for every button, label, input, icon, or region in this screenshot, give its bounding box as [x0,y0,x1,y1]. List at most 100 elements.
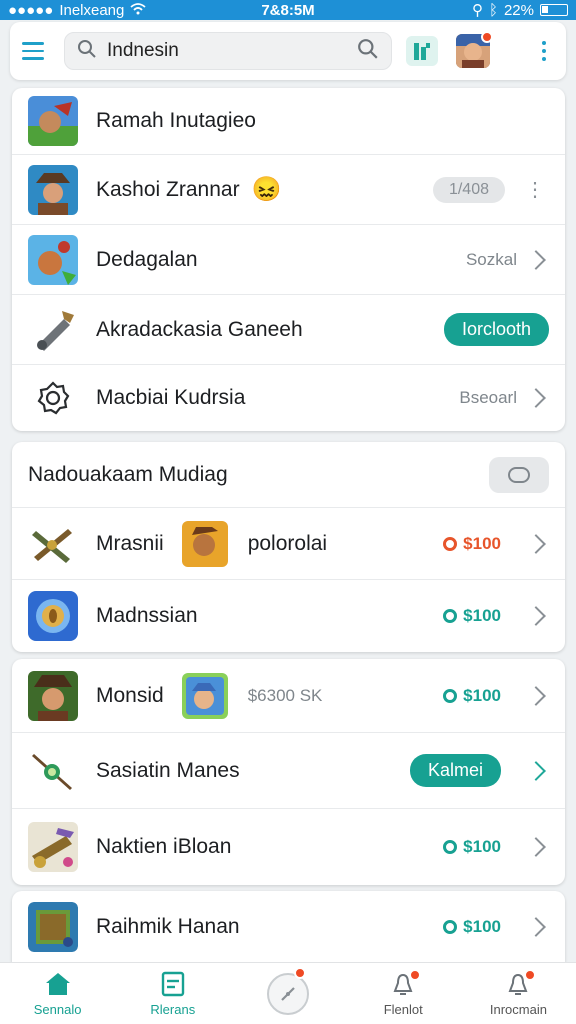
list-item[interactable]: Akradackasia Ganeeh Iorclooth [12,295,565,365]
search-icon [77,39,97,64]
list-item-label: Dedagalan [96,247,198,271]
chevron-right-icon[interactable] [526,760,546,781]
signal-icon: ●●●●● [8,1,54,19]
battery-icon [540,4,568,16]
hamburger-menu-icon[interactable] [22,35,54,67]
list-item-label: Kashoi Zrannar [96,177,240,201]
list-item-label: Naktien iBloan [96,835,232,858]
list-item[interactable]: Naktien iBloan $100 [12,809,565,885]
kebab-icon[interactable]: ⋮ [525,177,545,202]
battery-percent: 22% [503,1,534,19]
library-icon [160,971,186,1000]
coin-icon [443,536,458,551]
coin-icon [443,609,458,623]
character-thumbnail [181,520,228,567]
row-right: 1/408 ⋮ [432,176,549,203]
meta-text: Sozkal [465,249,517,269]
nav-item-library[interactable]: Rlerans [115,963,230,1024]
row-right: $100 [443,837,549,857]
character-thumbnail [181,672,228,719]
section-title: Nadouakaam Mudiag [28,462,228,486]
coin-icon [443,688,458,703]
location-icon: ⚲ [471,2,483,19]
chevron-right-icon[interactable] [526,606,546,626]
list-item-label: Macbiai Kudrsia [96,386,246,409]
section-header: Nadouakaam Mudiag [12,442,565,508]
list-item[interactable]: Monsid $6300 SK $100 [12,659,565,733]
row-right: $100 [443,534,549,554]
price-tag: $100 [443,686,501,706]
list-item[interactable]: Mrasnii polorolai $100 [12,508,565,580]
status-bar: ●●●●● Inelxeang 7&8:5M ⚲ ᛒ 22% [0,0,576,20]
price-value: $100 [463,837,501,856]
list-item-label: Madnssian [96,604,198,627]
extra-label: polorolai [247,531,328,555]
search-submit-icon[interactable] [357,38,379,65]
list-item-label: Akradackasia Ganeeh [96,317,303,341]
row-right: Kalmei [409,754,549,787]
carrier-name: Inelxeang [59,1,125,19]
list-item[interactable]: Madnssian $100 [12,580,565,652]
chevron-right-icon[interactable] [526,249,546,270]
notification-badge [409,969,422,981]
row-right: Bseoarl [459,388,549,408]
profile-button[interactable] [456,31,493,68]
action-button[interactable]: Iorclooth [443,313,549,346]
game-thumbnail [28,164,78,215]
bottom-navigation: Sennalo Rlerans Flenlot Inrocmain [0,962,576,1024]
toggle-button[interactable] [489,456,549,493]
notification-badge [294,967,306,979]
status-right: ⚲ ᛒ 22% [472,1,568,19]
crate-thumbnail [28,902,78,952]
search-input[interactable] [107,40,347,62]
status-left: ●●●●● Inelxeang [8,2,146,19]
count-pill[interactable]: 1/408 [432,176,505,203]
tool-thumbnail [28,304,78,355]
chevron-right-icon[interactable] [526,685,546,706]
game-thumbnail [28,234,78,285]
weapon-thumbnail [28,518,78,569]
price-tag: $100 [443,534,501,554]
price-value: $100 [463,606,501,625]
nav-item-alerts[interactable]: Flenlot [346,963,461,1024]
list-item[interactable]: Raihmik Hanan $100 [12,891,565,963]
coin-icon [443,920,458,934]
chevron-right-icon[interactable] [526,837,546,857]
list-item[interactable]: Kashoi Zrannar 😖 1/408 ⋮ [12,155,565,225]
list-item[interactable]: Ramah Inutagieo [12,88,565,155]
list-item[interactable]: Sasiatin Manes Kalmei [12,733,565,809]
list-card-primary: Ramah Inutagieo Kashoi Zrannar 😖 1/408 ⋮… [12,88,565,431]
meta-text: Bseoarl [459,388,517,407]
store-app-icon [406,36,438,66]
nav-label: Rlerans [150,1001,196,1017]
smiley-face-icon: 😖 [251,176,282,203]
staff-thumbnail [28,745,78,796]
row-right: $100 [443,917,549,937]
chevron-right-icon[interactable] [526,388,546,408]
nav-item-home[interactable]: Sennalo [0,963,115,1024]
extra-label: $6300 SK [247,685,323,705]
nav-item-center[interactable] [230,963,345,1024]
action-button[interactable]: Kalmei [409,754,501,787]
nav-item-profile[interactable]: Inrocmain [461,963,576,1024]
search-bar[interactable] [64,32,392,70]
home-icon [44,971,72,1000]
price-value: $100 [463,533,501,553]
list-item-label: Mrasnii [96,531,164,555]
chevron-right-icon[interactable] [526,917,546,937]
wifi-icon [130,2,146,19]
notification-badge [481,31,493,43]
list-item[interactable]: Macbiai Kudrsia Bseoarl [12,365,565,431]
game-thumbnail [28,96,78,146]
list-card-items: Monsid $6300 SK $100 Sasiatin Manes Kalm… [12,659,565,885]
row-right: $100 [443,606,549,626]
chevron-right-icon[interactable] [526,533,546,554]
row-right: $100 [443,686,549,706]
store-app-button[interactable] [404,33,440,69]
more-options-icon[interactable] [534,41,554,61]
badge-thumbnail [28,591,78,641]
character-thumbnail [28,670,78,721]
coin-icon [443,840,458,854]
list-item[interactable]: Dedagalan Sozkal [12,225,565,295]
list-card-more: Raihmik Hanan $100 [12,891,565,963]
